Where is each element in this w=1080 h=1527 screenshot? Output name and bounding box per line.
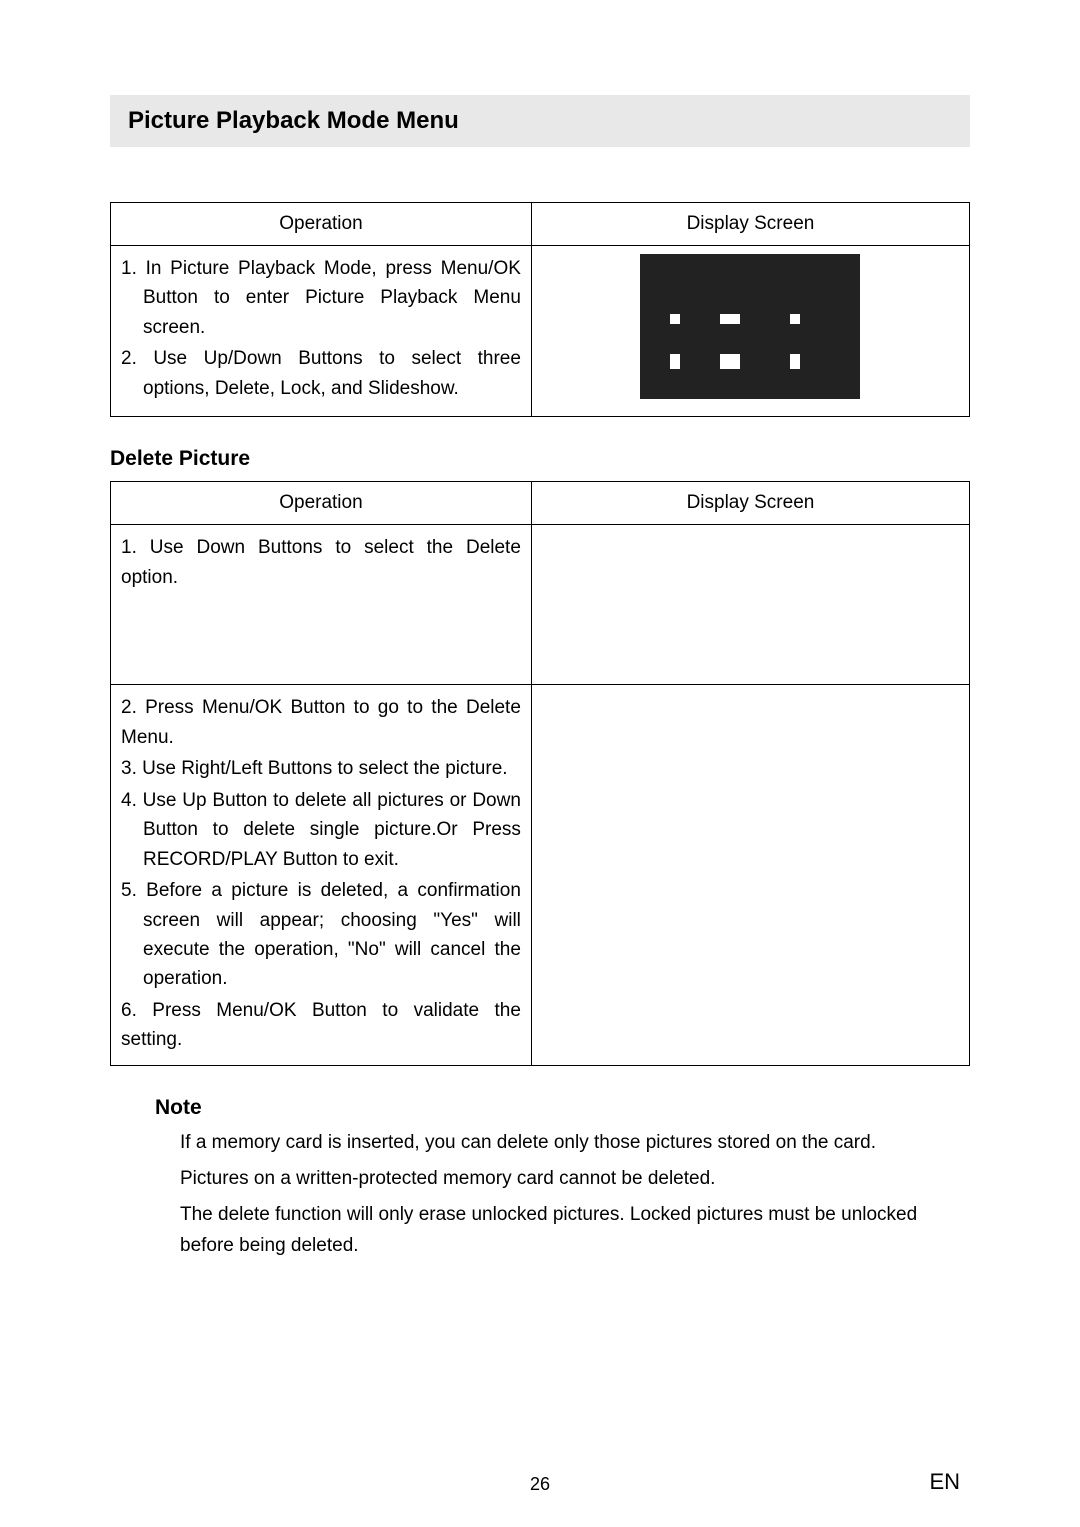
page-number: 26 (530, 1474, 550, 1495)
note-item: If a memory card is inserted, you can de… (180, 1128, 970, 1158)
operation-step: 3. Use Right/Left Buttons to select the … (121, 754, 521, 783)
operation-step: 1. In Picture Playback Mode, press Menu/… (121, 254, 521, 342)
table-row: 1. Use Down Buttons to select the Delete… (111, 525, 970, 685)
display-screen-cell (531, 685, 969, 1065)
header-display-screen: Display Screen (531, 482, 969, 525)
language-code: EN (929, 1469, 960, 1495)
note-item: The delete function will only erase unlo… (180, 1200, 970, 1261)
table-row: 2. Press Menu/OK Button to go to the Del… (111, 685, 970, 1065)
note-item: Pictures on a written-protected memory c… (180, 1164, 970, 1194)
operation-cell: 1. Use Down Buttons to select the Delete… (111, 525, 532, 685)
header-display-screen: Display Screen (531, 203, 969, 246)
operation-step: 6. Press Menu/OK Button to validate the … (121, 996, 521, 1055)
display-screen-cell (531, 525, 969, 685)
header-operation: Operation (111, 203, 532, 246)
operation-step: 2. Use Up/Down Buttons to select three o… (121, 344, 521, 403)
table-header-row: Operation Display Screen (111, 203, 970, 246)
operation-cell: 1. In Picture Playback Mode, press Menu/… (111, 246, 532, 417)
operation-step: 5. Before a picture is deleted, a confir… (121, 876, 521, 994)
operation-cell: 2. Press Menu/OK Button to go to the Del… (111, 685, 532, 1065)
title-bar: Picture Playback Mode Menu (110, 95, 970, 147)
screenshot-thumbnail-icon (640, 254, 860, 399)
operation-step: 2. Press Menu/OK Button to go to the Del… (121, 693, 521, 752)
operation-step: 1. Use Down Buttons to select the Delete… (121, 533, 521, 592)
operation-step: 4. Use Up Button to delete all pictures … (121, 786, 521, 874)
table-playback-menu: Operation Display Screen 1. In Picture P… (110, 202, 970, 417)
table-delete-picture: Operation Display Screen 1. Use Down But… (110, 481, 970, 1065)
note-list: If a memory card is inserted, you can de… (180, 1128, 970, 1262)
header-operation: Operation (111, 482, 532, 525)
table-header-row: Operation Display Screen (111, 482, 970, 525)
note-heading: Note (155, 1096, 970, 1120)
table-row: 1. In Picture Playback Mode, press Menu/… (111, 246, 970, 417)
section-heading-delete: Delete Picture (110, 447, 970, 471)
page-title: Picture Playback Mode Menu (128, 107, 952, 135)
display-screen-cell (531, 246, 969, 417)
